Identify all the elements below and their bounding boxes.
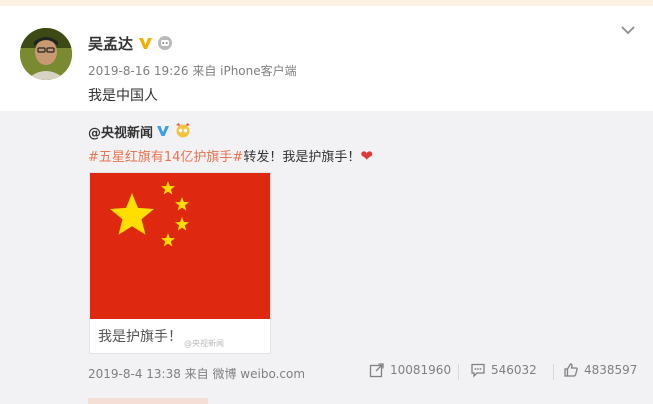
next-post-peek <box>88 398 208 404</box>
like-button[interactable]: 4838597 <box>563 362 637 378</box>
post-author[interactable]: 吴孟达 <box>88 33 133 54</box>
avatar[interactable] <box>20 28 72 80</box>
verified-blue-icon <box>157 126 169 136</box>
heart-icon: ❤ <box>360 147 373 165</box>
robot-icon <box>158 36 172 50</box>
comment-count: 546032 <box>491 363 537 377</box>
repost-body: 转发！我是护旗手！ <box>243 150 361 165</box>
forward-icon <box>369 363 384 378</box>
comment-icon <box>471 363 485 378</box>
emoji-badge-icon <box>176 123 190 138</box>
repost-text: #五星红旗有14亿护旗手#转发！我是护旗手！❤ <box>88 146 373 165</box>
thumbs-up-icon <box>564 363 578 377</box>
divider <box>458 364 459 380</box>
china-flag-image <box>90 173 270 319</box>
post-meta: 2019-8-16 19:26 来自 iPhone客户端 <box>88 64 297 78</box>
repost-author[interactable]: @央视新闻 <box>88 122 153 141</box>
forward-count: 10081960 <box>390 363 452 377</box>
top-band <box>0 0 653 6</box>
card-caption: 我是护旗手！ <box>98 329 182 345</box>
forward-button[interactable]: 10081960 <box>369 362 451 378</box>
avatar-image <box>20 28 72 80</box>
repost-meta: 2019-8-4 13:38 来自 微博 weibo.com <box>88 367 306 381</box>
comment-button[interactable]: 546032 <box>470 362 537 378</box>
hashtag-link[interactable]: #五星红旗有14亿护旗手# <box>88 150 243 165</box>
chevron-down-icon[interactable] <box>620 24 636 36</box>
post-text: 我是中国人 <box>88 88 158 104</box>
watermark: @央视新闻 <box>184 339 224 348</box>
verified-gold-icon <box>139 38 152 49</box>
like-count: 4838597 <box>584 363 638 377</box>
divider <box>553 364 554 380</box>
flag-card[interactable]: 我是护旗手！ @央视新闻 <box>89 172 271 354</box>
